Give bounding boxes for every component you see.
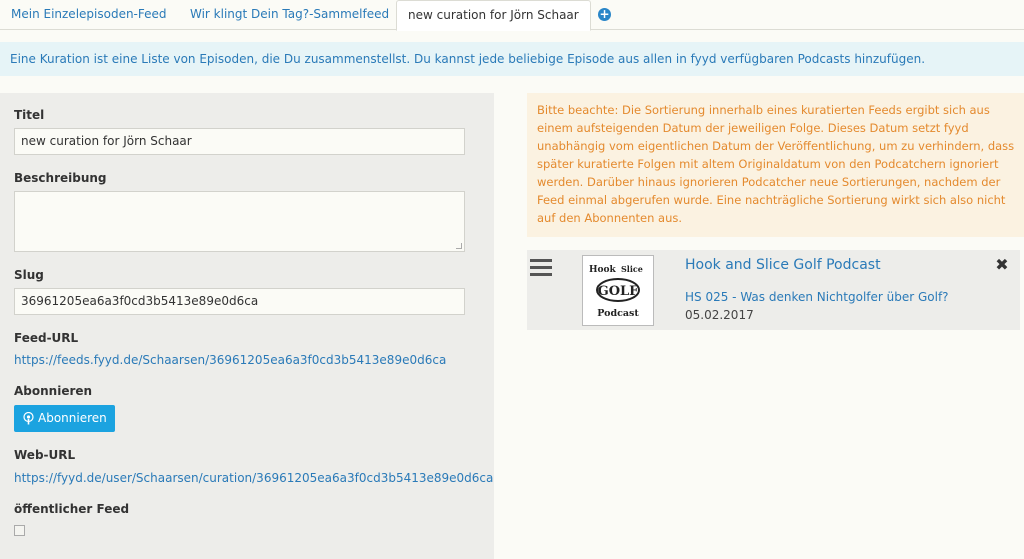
subscribe-label: Abonnieren bbox=[14, 384, 93, 398]
svg-text:GOLF: GOLF bbox=[598, 284, 640, 299]
resize-grip-icon[interactable] bbox=[456, 243, 462, 249]
svg-text:Slice: Slice bbox=[621, 264, 643, 274]
svg-text:Podcast: Podcast bbox=[597, 308, 639, 319]
info-alert: Eine Kuration ist eine Liste von Episode… bbox=[0, 42, 1024, 76]
description-label: Beschreibung bbox=[14, 171, 107, 185]
feed-url-label: Feed-URL bbox=[14, 331, 79, 345]
svg-text:Hook: Hook bbox=[589, 265, 617, 275]
title-label: Titel bbox=[14, 108, 45, 122]
plus-circle-icon[interactable]: + bbox=[598, 8, 611, 21]
title-input[interactable]: new curation for Jörn Schaar bbox=[14, 128, 465, 155]
tab-collection-feed[interactable]: Wir klingt Dein Tag?-Sammelfeed bbox=[190, 0, 389, 30]
slug-input[interactable]: 36961205ea6a3f0cd3b5413e89e0d6ca bbox=[14, 288, 465, 315]
close-icon[interactable]: ✖ bbox=[995, 257, 1009, 273]
feed-url-link[interactable]: https://feeds.fyyd.de/Schaarsen/36961205… bbox=[14, 353, 446, 367]
podcast-title-link[interactable]: Hook and Slice Golf Podcast bbox=[685, 257, 881, 273]
episode-date: 05.02.2017 bbox=[685, 308, 754, 322]
sorting-warning: Bitte beachte: Die Sortierung innerhalb … bbox=[527, 93, 1024, 237]
tab-single-episode-feed[interactable]: Mein Einzelepisoden-Feed bbox=[11, 0, 167, 30]
tab-current-curation[interactable]: new curation for Jörn Schaar bbox=[396, 0, 591, 31]
drag-handle-icon[interactable] bbox=[530, 259, 552, 277]
podcast-cover-image: Hook Slice GOLF Podcast bbox=[582, 255, 654, 326]
description-textarea[interactable] bbox=[14, 191, 465, 252]
subscribe-button[interactable]: Abonnieren bbox=[14, 405, 115, 432]
golf-logo-icon: Hook Slice GOLF Podcast bbox=[589, 264, 643, 319]
public-feed-label: öffentlicher Feed bbox=[14, 502, 130, 516]
web-url-link[interactable]: https://fyyd.de/user/Schaarsen/curation/… bbox=[14, 471, 493, 485]
podcast-icon bbox=[23, 412, 34, 425]
web-url-label: Web-URL bbox=[14, 448, 76, 462]
curation-form: Titel new curation for Jörn Schaar Besch… bbox=[0, 93, 494, 559]
public-feed-checkbox[interactable] bbox=[14, 525, 25, 536]
episode-title-link[interactable]: HS 025 - Was denken Nichtgolfer über Gol… bbox=[685, 290, 949, 304]
episode-item: Hook Slice GOLF Podcast Hook and Slice G… bbox=[527, 250, 1020, 330]
slug-label: Slug bbox=[14, 268, 44, 282]
tab-bar: Mein Einzelepisoden-Feed Wir klingt Dein… bbox=[0, 0, 1024, 31]
subscribe-button-label: Abonnieren bbox=[38, 411, 107, 425]
